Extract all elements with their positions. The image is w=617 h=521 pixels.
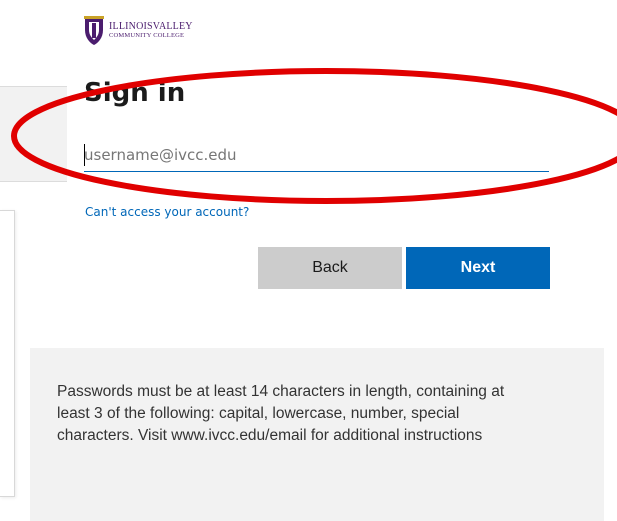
- username-field-wrapper: [84, 138, 549, 174]
- next-button[interactable]: Next: [406, 247, 550, 289]
- logo-line-1: ILLINOISVALLEY: [109, 21, 193, 33]
- page-title: Sign in: [84, 78, 186, 108]
- text-cursor: [84, 144, 85, 166]
- college-logo: ILLINOISVALLEY COMMUNITY COLLEGE: [83, 10, 193, 52]
- background-dialog-panel: [0, 210, 15, 497]
- logo-wordmark: ILLINOISVALLEY COMMUNITY COLLEGE: [109, 22, 193, 40]
- username-input[interactable]: [84, 138, 549, 172]
- back-button[interactable]: Back: [258, 247, 402, 289]
- logo-line-2: COMMUNITY COLLEGE: [109, 32, 185, 40]
- password-info-box: Passwords must be at least 14 characters…: [30, 348, 604, 521]
- background-dialog-top: [0, 86, 67, 182]
- cant-access-account-link[interactable]: Can't access your account?: [85, 205, 249, 219]
- password-requirements-text: Passwords must be at least 14 characters…: [57, 383, 505, 444]
- ivcc-shield-logo-icon: [84, 16, 104, 45]
